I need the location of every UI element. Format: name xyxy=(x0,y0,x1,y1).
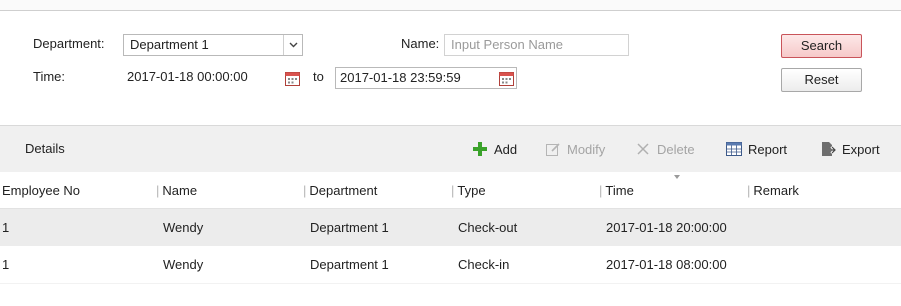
column-header-name[interactable]: | Name xyxy=(156,183,197,198)
plus-icon xyxy=(472,141,488,157)
to-label: to xyxy=(313,69,324,84)
table-header: Employee No | Name | Department | Type | Tim… xyxy=(0,172,901,209)
table-row[interactable]: 1 Wendy Department 1 Check-out 2017-01-1… xyxy=(0,209,901,246)
cell-employee-no: 1 xyxy=(2,220,10,235)
modify-button[interactable]: Modify xyxy=(545,140,605,158)
details-toolbar: Details Add Modify Delete Report Export xyxy=(0,125,901,173)
time-label: Time: xyxy=(33,69,66,84)
export-label: Export xyxy=(842,141,880,157)
cell-department: Department 1 xyxy=(310,257,389,272)
modify-label: Modify xyxy=(567,141,606,157)
report-button[interactable]: Report xyxy=(726,140,787,158)
department-select[interactable]: Department 1 xyxy=(123,34,303,56)
calendar-icon[interactable] xyxy=(499,71,514,86)
details-title: Details xyxy=(25,141,65,156)
name-input-placeholder: Input Person Name xyxy=(451,37,564,52)
report-table-icon xyxy=(726,141,742,157)
cell-department: Department 1 xyxy=(310,220,389,235)
delete-label: Delete xyxy=(657,141,695,157)
cell-time: 2017-01-18 20:00:00 xyxy=(606,220,727,235)
column-header-department[interactable]: | Department xyxy=(303,183,377,198)
end-time-field[interactable]: 2017-01-18 23:59:59 xyxy=(335,67,517,89)
table-row[interactable]: 1 Wendy Department 1 Check-in 2017-01-18… xyxy=(0,246,901,284)
add-label: Add xyxy=(494,141,518,157)
cell-name: Wendy xyxy=(163,220,204,235)
end-time-value: 2017-01-18 23:59:59 xyxy=(340,70,461,85)
export-button[interactable]: Export xyxy=(820,140,880,158)
name-label: Name: xyxy=(401,36,440,51)
cell-type: Check-in xyxy=(458,257,510,272)
search-button[interactable]: Search xyxy=(781,34,862,58)
filter-panel: Department: Department 1 Name: Input Per… xyxy=(0,11,901,124)
add-button[interactable]: Add xyxy=(472,140,517,158)
chevron-down-icon[interactable] xyxy=(283,35,302,55)
column-header-employee-no[interactable]: Employee No xyxy=(2,183,80,198)
name-input[interactable]: Input Person Name xyxy=(444,34,629,56)
column-header-time[interactable]: | Time xyxy=(599,183,634,198)
department-label: Department: xyxy=(33,36,105,51)
cell-employee-no: 1 xyxy=(2,257,10,272)
start-time-value: 2017-01-18 00:00:00 xyxy=(127,69,248,84)
window-top-edge xyxy=(0,0,901,11)
sort-indicator-icon xyxy=(674,175,680,179)
edit-icon xyxy=(545,141,561,157)
column-header-type[interactable]: | Type xyxy=(451,183,486,198)
report-label: Report xyxy=(748,141,788,157)
delete-button[interactable]: Delete xyxy=(635,140,695,158)
department-select-value: Department 1 xyxy=(130,37,209,52)
export-icon xyxy=(820,141,836,157)
close-icon xyxy=(635,141,651,157)
start-time-field[interactable]: 2017-01-18 00:00:00 xyxy=(123,67,302,89)
calendar-icon[interactable] xyxy=(285,71,300,86)
cell-name: Wendy xyxy=(163,257,204,272)
cell-type: Check-out xyxy=(458,220,518,235)
column-header-remark[interactable]: | Remark xyxy=(747,183,799,198)
reset-button[interactable]: Reset xyxy=(781,68,862,92)
cell-time: 2017-01-18 08:00:00 xyxy=(606,257,727,272)
